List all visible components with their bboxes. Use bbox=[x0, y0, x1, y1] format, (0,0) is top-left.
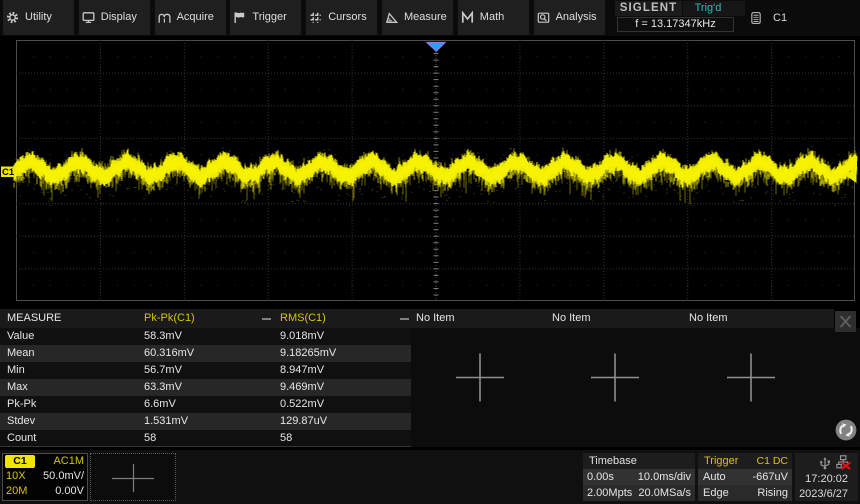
svg-text:C1: C1 bbox=[2, 167, 15, 178]
